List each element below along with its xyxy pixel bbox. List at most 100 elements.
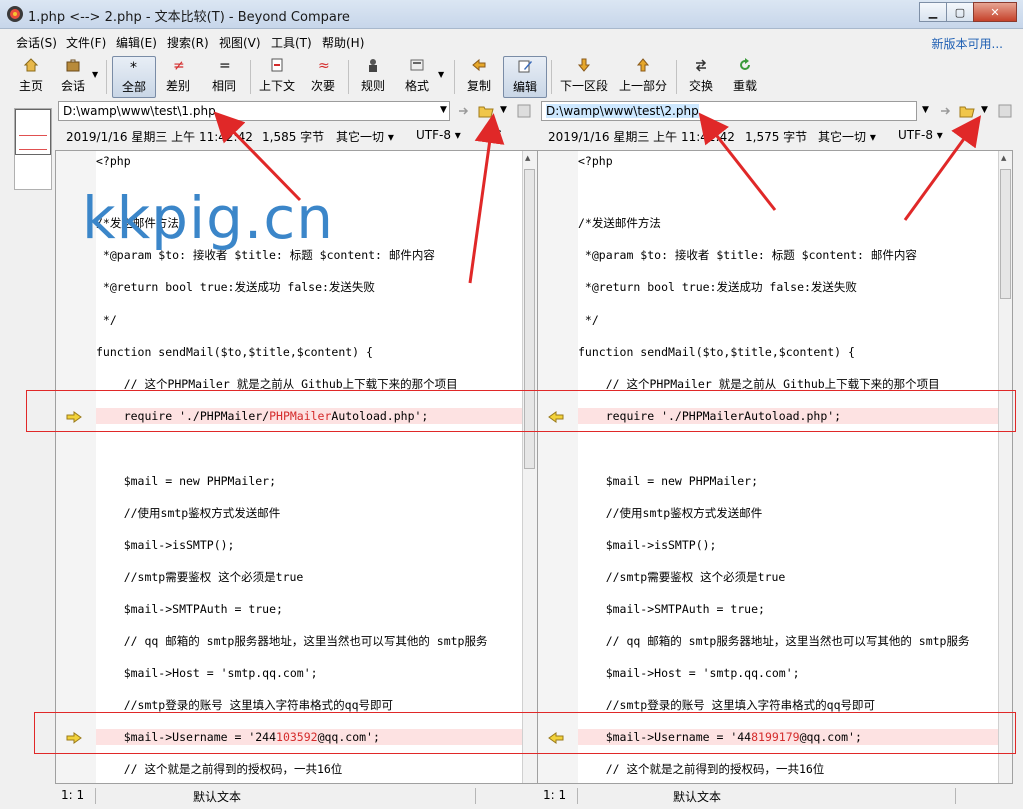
format-button[interactable]: 格式 bbox=[400, 56, 434, 96]
right-encoding-dropdown[interactable]: UTF-8 ▾ bbox=[898, 128, 943, 142]
home-label: 主页 bbox=[18, 79, 43, 93]
swap-label: 交换 bbox=[688, 79, 713, 93]
right-vertical-scrollbar[interactable]: ▲ bbox=[998, 151, 1012, 783]
separator bbox=[955, 788, 956, 804]
code-line: //smtp登录的账号 这里填入字符串格式的qq号即可 bbox=[578, 698, 876, 712]
show-diff-button[interactable]: ≠ 差别 bbox=[160, 56, 196, 96]
right-history-icon[interactable] bbox=[938, 103, 954, 119]
minor-button[interactable]: ≈ 次要 bbox=[306, 56, 340, 96]
left-file-date: 2019/1/16 星期三 上午 11:42:42 bbox=[66, 130, 253, 144]
left-history-icon[interactable] bbox=[456, 103, 472, 119]
menu-help[interactable]: 帮助(H) bbox=[322, 34, 364, 51]
left-path-input[interactable]: D:\wamp\www\test\1.php bbox=[58, 101, 450, 121]
scroll-thumb[interactable] bbox=[1000, 169, 1011, 299]
next-section-label: 下一区段 bbox=[559, 79, 608, 93]
approx-icon: ≈ bbox=[318, 58, 330, 73]
menu-file[interactable]: 文件(F) bbox=[66, 34, 106, 51]
context-button[interactable]: 上下文 bbox=[256, 56, 298, 96]
diff-marker bbox=[19, 149, 47, 150]
code-line: function sendMail($to,$title,$content) { bbox=[96, 345, 373, 359]
format-dropdown-icon[interactable]: ▼ bbox=[438, 70, 444, 79]
home-button[interactable]: 主页 bbox=[14, 56, 48, 96]
code-line: $mail->Host = 'smtp.qq.com'; bbox=[578, 666, 800, 680]
left-encoding-dropdown[interactable]: UTF-8 ▾ bbox=[416, 128, 461, 142]
svg-text:≠: ≠ bbox=[173, 58, 185, 73]
reload-button[interactable]: 重载 bbox=[728, 56, 762, 96]
left-open-folder-icon[interactable] bbox=[478, 103, 494, 119]
right-gutter bbox=[538, 151, 578, 783]
show-all-button[interactable]: * 全部 bbox=[112, 56, 156, 98]
right-open-folder-icon[interactable] bbox=[959, 103, 975, 119]
annotation-box-username bbox=[34, 712, 1016, 754]
equal-icon: = bbox=[219, 58, 231, 73]
swap-button[interactable]: 交换 bbox=[684, 56, 718, 96]
right-save-icon[interactable] bbox=[997, 103, 1013, 119]
left-cursor-position: 1: 1 bbox=[61, 788, 85, 802]
left-folder-dropdown-icon[interactable]: ▼ bbox=[500, 105, 507, 115]
show-same-button[interactable]: = 相同 bbox=[206, 56, 242, 96]
copy-button[interactable]: 复制 bbox=[462, 56, 496, 96]
left-lineend-label: PC bbox=[486, 128, 502, 142]
show-all-label: 全部 bbox=[121, 80, 146, 94]
code-line: $mail = new PHPMailer; bbox=[96, 474, 277, 488]
code-line: //使用smtp鉴权方式发送邮件 bbox=[96, 506, 281, 520]
right-path-dropdown-icon[interactable]: ▼ bbox=[922, 105, 929, 115]
right-path-input[interactable]: D:\wamp\www\test\2.php bbox=[541, 101, 917, 121]
menu-view[interactable]: 视图(V) bbox=[219, 34, 261, 51]
left-vertical-scrollbar[interactable]: ▲ bbox=[522, 151, 537, 783]
right-code-pane[interactable]: <?php /*发送邮件方法 *@param $to: 接收者 $title: … bbox=[537, 150, 1013, 784]
beyond-compare-icon bbox=[7, 6, 23, 22]
code-line: function sendMail($to,$title,$content) { bbox=[578, 345, 855, 359]
context-icon bbox=[271, 58, 283, 72]
separator bbox=[348, 60, 349, 94]
right-file-size: 1,575 字节 bbox=[745, 130, 808, 144]
session-button[interactable]: 会话 bbox=[56, 56, 90, 96]
window-controls: ▁ ▢ ✕ bbox=[919, 2, 1017, 22]
close-button[interactable]: ✕ bbox=[973, 2, 1017, 22]
left-other-dropdown[interactable]: 其它一切 ▾ bbox=[336, 128, 394, 145]
arrow-up-icon bbox=[636, 58, 650, 72]
minimize-button[interactable]: ▁ bbox=[919, 2, 947, 22]
left-save-icon[interactable] bbox=[516, 103, 532, 119]
swap-icon bbox=[695, 59, 707, 72]
right-other-label: 其它一切 bbox=[818, 130, 867, 144]
show-diff-label: 差别 bbox=[165, 79, 190, 93]
scroll-up-icon[interactable]: ▲ bbox=[525, 154, 530, 162]
session-dropdown-icon[interactable]: ▼ bbox=[92, 70, 98, 79]
left-path-dropdown-icon[interactable]: ▼ bbox=[440, 105, 447, 115]
code-line: // 这个就是之前得到的授权码，一共16位 bbox=[578, 762, 825, 776]
path-row: D:\wamp\www\test\1.php ▼ ▼ D:\wamp\www\t… bbox=[0, 101, 1023, 121]
scroll-up-icon[interactable]: ▲ bbox=[1001, 154, 1006, 162]
toolbar: 主页 会话 ▼ * 全部 ≠ 差别 = 相同 上下文 ≈ 次要 规则 格式 ▼ … bbox=[0, 54, 1023, 98]
right-other-dropdown[interactable]: 其它一切 ▾ bbox=[818, 128, 876, 145]
code-line: // qq 邮箱的 smtp服务器地址，这里当然也可以写其他的 smtp服务 bbox=[578, 634, 970, 648]
title-bar: 1.php <--> 2.php - 文本比较(T) - Beyond Comp… bbox=[0, 0, 1023, 29]
watermark: kkpig.cn bbox=[82, 184, 335, 252]
menu-tools[interactable]: 工具(T) bbox=[271, 34, 312, 51]
edit-button[interactable]: 编辑 bbox=[503, 56, 547, 98]
prev-section-button[interactable]: 上一部分 bbox=[618, 56, 668, 96]
next-section-button[interactable]: 下一区段 bbox=[558, 56, 610, 96]
code-line: //smtp需要鉴权 这个必须是true bbox=[578, 570, 786, 584]
prev-section-label: 上一部分 bbox=[618, 79, 667, 93]
svg-text:≈: ≈ bbox=[318, 58, 330, 73]
right-lineend-dropdown[interactable]: PC bbox=[962, 128, 978, 142]
separator bbox=[95, 788, 96, 804]
maximize-button[interactable]: ▢ bbox=[946, 2, 974, 22]
code-line: *@return bool true:发送成功 false:发送失败 bbox=[96, 280, 375, 294]
status-bar: 1: 1 默认文本 1: 1 默认文本 bbox=[55, 786, 1023, 806]
right-folder-dropdown-icon[interactable]: ▼ bbox=[981, 105, 988, 115]
new-version-link[interactable]: 新版本可用... bbox=[932, 35, 1003, 52]
rules-label: 规则 bbox=[360, 79, 385, 93]
home-icon bbox=[23, 58, 39, 72]
separator bbox=[454, 60, 455, 94]
code-line: //使用smtp鉴权方式发送邮件 bbox=[578, 506, 763, 520]
edit-label: 编辑 bbox=[512, 80, 537, 94]
menu-session[interactable]: 会话(S) bbox=[16, 34, 57, 51]
left-lineend-dropdown[interactable]: PC bbox=[486, 128, 502, 142]
code-line: $mail->isSMTP(); bbox=[578, 538, 717, 552]
menu-search[interactable]: 搜索(R) bbox=[167, 34, 209, 51]
rules-button[interactable]: 规则 bbox=[356, 56, 390, 96]
menu-edit[interactable]: 编辑(E) bbox=[116, 34, 157, 51]
code-line: $mail->Host = 'smtp.qq.com'; bbox=[96, 666, 318, 680]
